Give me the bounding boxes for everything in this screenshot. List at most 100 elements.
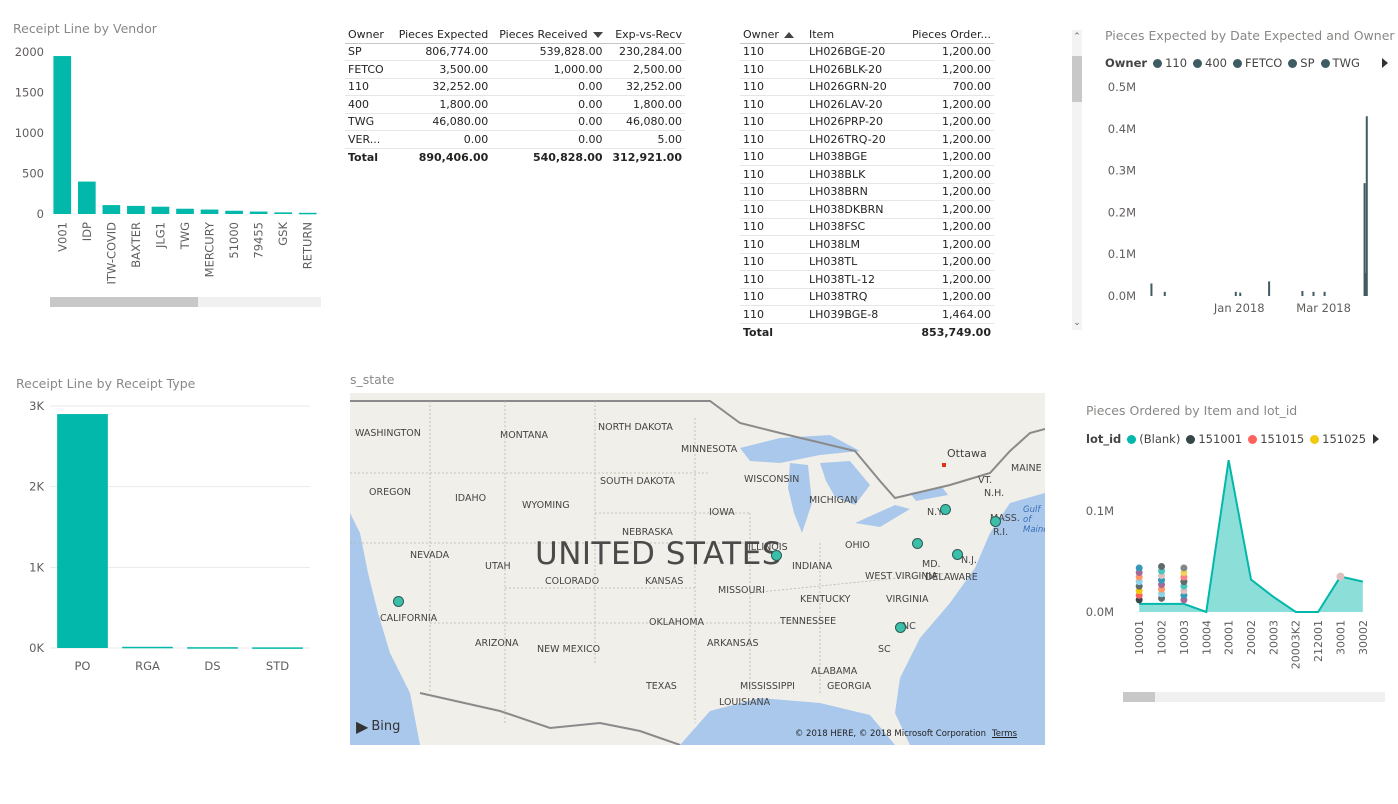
bar-mercury[interactable] xyxy=(200,209,219,214)
bar-return[interactable] xyxy=(298,212,317,215)
series-marker[interactable] xyxy=(1158,562,1166,570)
y-tick-label: 0.1M xyxy=(1108,247,1136,261)
legend-item-blank[interactable]: (Blank) xyxy=(1127,432,1180,446)
legend-item-151025[interactable]: 151025 xyxy=(1310,432,1366,446)
table-row[interactable]: 110 LH026GRN-20 700.00 xyxy=(740,78,994,96)
y-tick-label: 0.3M xyxy=(1108,164,1136,178)
map-data-point[interactable] xyxy=(912,538,923,549)
date-bar[interactable] xyxy=(1239,292,1242,296)
map-data-point[interactable] xyxy=(952,549,963,560)
table-row[interactable]: 110 LH026BLK-20 1,200.00 xyxy=(740,60,994,79)
bar-gsk[interactable] xyxy=(274,212,293,214)
table-row[interactable]: FETCO 3,500.00 1,000.00 2,500.00 xyxy=(345,60,685,79)
table-row[interactable]: 110 LH038LM 1,200.00 xyxy=(740,235,994,254)
bar-std[interactable] xyxy=(252,647,303,649)
legend-item-sp[interactable]: SP xyxy=(1288,56,1315,70)
legend-dot-icon xyxy=(1186,434,1196,444)
table-row[interactable]: 110 LH038TRQ 1,200.00 xyxy=(740,288,994,306)
table-row[interactable]: 110 LH038TL-12 1,200.00 xyxy=(740,270,994,289)
vendor-chart-scrollbar-thumb[interactable] xyxy=(50,297,198,307)
table-row[interactable]: 110 LH038BLK 1,200.00 xyxy=(740,165,994,184)
bar-baxter[interactable] xyxy=(127,205,145,214)
legend-item-151001[interactable]: 151001 xyxy=(1186,432,1242,446)
date-bar[interactable] xyxy=(1312,291,1315,296)
map-data-point[interactable] xyxy=(771,550,782,561)
bar-ds[interactable] xyxy=(187,647,238,649)
legend-next-icon[interactable] xyxy=(1382,58,1388,68)
map-data-point[interactable] xyxy=(393,596,404,607)
legend-item-151015[interactable]: 151015 xyxy=(1248,432,1304,446)
bar-twg[interactable] xyxy=(176,208,194,214)
table-row[interactable]: 110 LH026PRP-20 1,200.00 xyxy=(740,113,994,131)
lot-chart-scrollbar-thumb[interactable] xyxy=(1123,692,1155,702)
table-row[interactable]: 110 LH026LAV-20 1,200.00 xyxy=(740,95,994,114)
table-row[interactable]: 110 LH038TL 1,200.00 xyxy=(740,253,994,271)
bar-itw-covid[interactable] xyxy=(102,205,121,214)
series-marker[interactable] xyxy=(1336,572,1345,581)
date-bar[interactable] xyxy=(1234,291,1237,296)
lot-chart-scrollbar[interactable] xyxy=(1123,692,1385,702)
date-chart-visual: Pieces Expected by Date Expected and Own… xyxy=(1098,22,1395,322)
map-data-point[interactable] xyxy=(990,516,1001,527)
table-row[interactable]: 110 LH039BGE-8 1,464.00 xyxy=(740,305,994,324)
legend-item-110[interactable]: 110 xyxy=(1153,56,1187,70)
table-cell: LH026PRP-20 xyxy=(806,113,906,131)
series-marker[interactable] xyxy=(1135,564,1143,572)
legend-item-400[interactable]: 400 xyxy=(1193,56,1227,70)
column-header-pieces-received[interactable]: Pieces Received xyxy=(491,26,606,44)
bar-v001[interactable] xyxy=(53,56,72,214)
table-row[interactable]: 400 1,800.00 0.00 1,800.00 xyxy=(345,95,685,114)
map-label-nebraska: NEBRASKA xyxy=(622,527,673,538)
x-tick-label: PO xyxy=(75,659,91,673)
column-header-pieces-expected[interactable]: Pieces Expected xyxy=(395,26,492,44)
date-bar[interactable] xyxy=(1301,290,1304,296)
bar-idp[interactable] xyxy=(77,181,96,214)
series-marker[interactable] xyxy=(1180,564,1188,572)
scroll-down-icon[interactable]: ⌄ xyxy=(1072,316,1082,330)
column-header-owner[interactable]: Owner xyxy=(345,26,396,44)
table-row[interactable]: TWG 46,080.00 0.00 46,080.00 xyxy=(345,113,685,131)
column-header-item[interactable]: Item xyxy=(806,26,906,44)
legend-item-twg[interactable]: TWG xyxy=(1320,56,1360,70)
terms-link[interactable]: Terms xyxy=(992,729,1017,739)
table-row[interactable]: 110 LH038BGE 1,200.00 xyxy=(740,148,994,166)
vendor-chart-scrollbar[interactable] xyxy=(50,297,321,307)
scroll-up-icon[interactable]: ⌃ xyxy=(1072,30,1082,44)
map-label-arizona: ARIZONA xyxy=(475,638,519,649)
table-row[interactable]: 110 LH038DKBRN 1,200.00 xyxy=(740,200,994,219)
table-row[interactable]: 110 LH038BRN 1,200.00 xyxy=(740,183,994,201)
date-bar[interactable] xyxy=(1150,283,1153,296)
table-row[interactable]: 110 LH026TRQ-20 1,200.00 xyxy=(740,130,994,149)
map-data-point[interactable] xyxy=(940,504,951,515)
map-data-point[interactable] xyxy=(895,622,906,633)
table-row[interactable]: VER... 0.00 0.00 5.00 xyxy=(345,130,685,149)
table-cell: 230,284.00 xyxy=(605,43,685,61)
column-header-exp-vs-recv[interactable]: Exp-vs-Recv xyxy=(605,26,685,44)
bar-rga[interactable] xyxy=(122,646,173,649)
table-row[interactable]: 110 LH026BGE-20 1,200.00 xyxy=(740,43,994,61)
table-row[interactable]: SP 806,774.00 539,828.00 230,284.00 xyxy=(345,43,685,61)
state-map[interactable]: UNITED STATES Ottawa WASHINGTON MONTANA NO… xyxy=(350,393,1045,745)
bar-jlg1[interactable] xyxy=(151,206,170,214)
table-row[interactable]: 110 32,252.00 0.00 32,252.00 xyxy=(345,78,685,96)
legend-next-icon[interactable] xyxy=(1373,434,1379,444)
x-tick-label: 212001 xyxy=(1312,620,1325,662)
date-bar[interactable] xyxy=(1163,291,1166,296)
item-table-scrollbar[interactable]: ⌃ ⌄ xyxy=(1072,30,1082,330)
y-tick-label: 0.2M xyxy=(1108,205,1136,219)
column-header-pieces-ordered[interactable]: Pieces Order... xyxy=(906,26,994,44)
map-label-illinois: ILLINOIS xyxy=(748,542,788,553)
legend-item-fetco[interactable]: FETCO xyxy=(1232,56,1282,70)
date-bar[interactable] xyxy=(1268,281,1271,296)
table-cell: 46,080.00 xyxy=(395,113,492,131)
bar-po[interactable] xyxy=(57,414,108,648)
item-table-scrollbar-thumb[interactable] xyxy=(1072,56,1082,102)
date-bar[interactable] xyxy=(1323,291,1326,296)
column-header-owner[interactable]: Owner xyxy=(740,26,806,44)
bar-79455[interactable] xyxy=(249,211,268,214)
x-tick-label: ITW-COVID xyxy=(104,222,118,285)
date-bar[interactable] xyxy=(1365,116,1368,296)
legend-label: SP xyxy=(1300,56,1315,70)
bar-51000[interactable] xyxy=(225,210,243,214)
table-row[interactable]: 110 LH038FSC 1,200.00 xyxy=(740,218,994,236)
